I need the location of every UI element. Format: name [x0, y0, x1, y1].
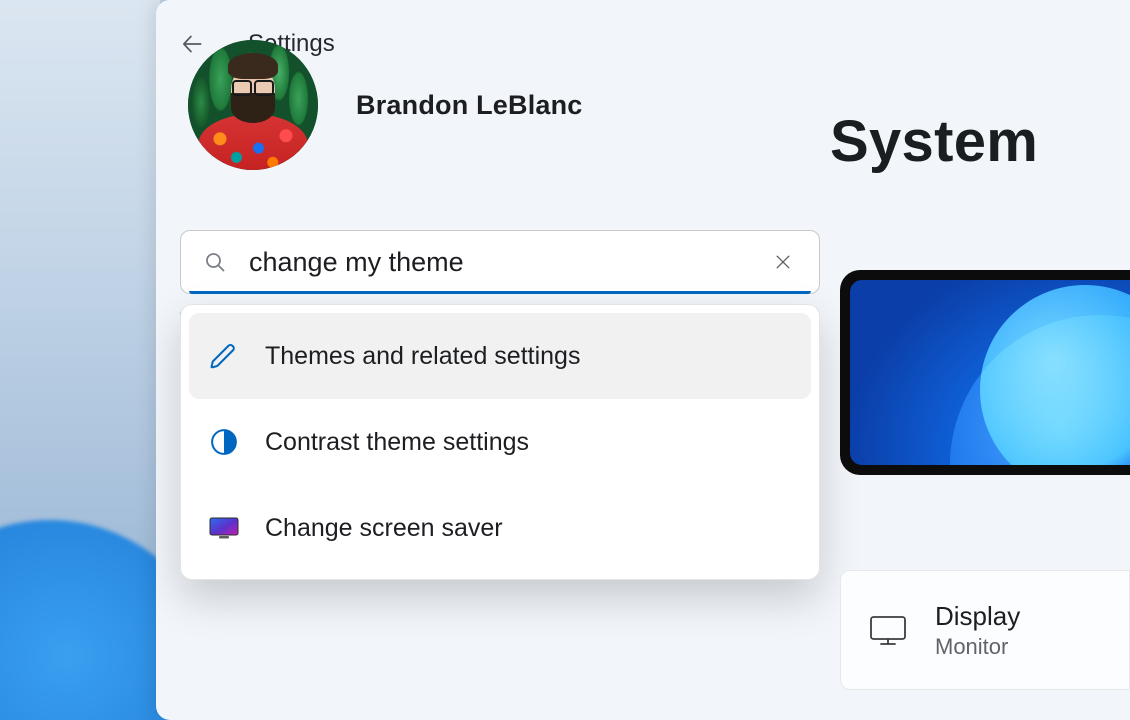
pen-icon [207, 339, 241, 373]
close-icon [773, 252, 793, 272]
search-focus-underline [189, 291, 811, 294]
search-suggestions: Themes and related settings Contrast the… [180, 304, 820, 580]
left-pane: Brandon LeBlanc [156, 0, 836, 720]
account-block[interactable]: Brandon LeBlanc [188, 40, 812, 170]
account-name: Brandon LeBlanc [356, 90, 583, 121]
search-icon [203, 250, 227, 274]
suggestion-label: Themes and related settings [265, 342, 580, 371]
display-card-subtitle: Monitor [935, 634, 1020, 660]
suggestion-label: Contrast theme settings [265, 428, 529, 457]
suggestion-label: Change screen saver [265, 514, 503, 543]
content-pane: System Display Monitor [830, 0, 1130, 720]
search-input[interactable] [249, 247, 743, 278]
display-card-title: Display [935, 601, 1020, 632]
clear-search-button[interactable] [765, 244, 801, 280]
display-settings-card[interactable]: Display Monitor [840, 570, 1130, 690]
suggestion-themes[interactable]: Themes and related settings [189, 313, 811, 399]
desktop-background [0, 0, 160, 720]
contrast-icon [207, 425, 241, 459]
settings-window: Settings Brandon LeBlanc [156, 0, 1130, 720]
suggestion-screensaver[interactable]: Change screen saver [189, 485, 811, 571]
search-box[interactable] [180, 230, 820, 294]
display-card-text: Display Monitor [935, 601, 1020, 660]
page-title: System [830, 108, 1038, 175]
avatar [188, 40, 318, 170]
monitor-icon [207, 511, 241, 545]
display-icon [867, 613, 909, 647]
search-area: Themes and related settings Contrast the… [180, 230, 830, 580]
wallpaper-preview [850, 280, 1130, 465]
suggestion-contrast[interactable]: Contrast theme settings [189, 399, 811, 485]
device-preview[interactable] [840, 270, 1130, 475]
